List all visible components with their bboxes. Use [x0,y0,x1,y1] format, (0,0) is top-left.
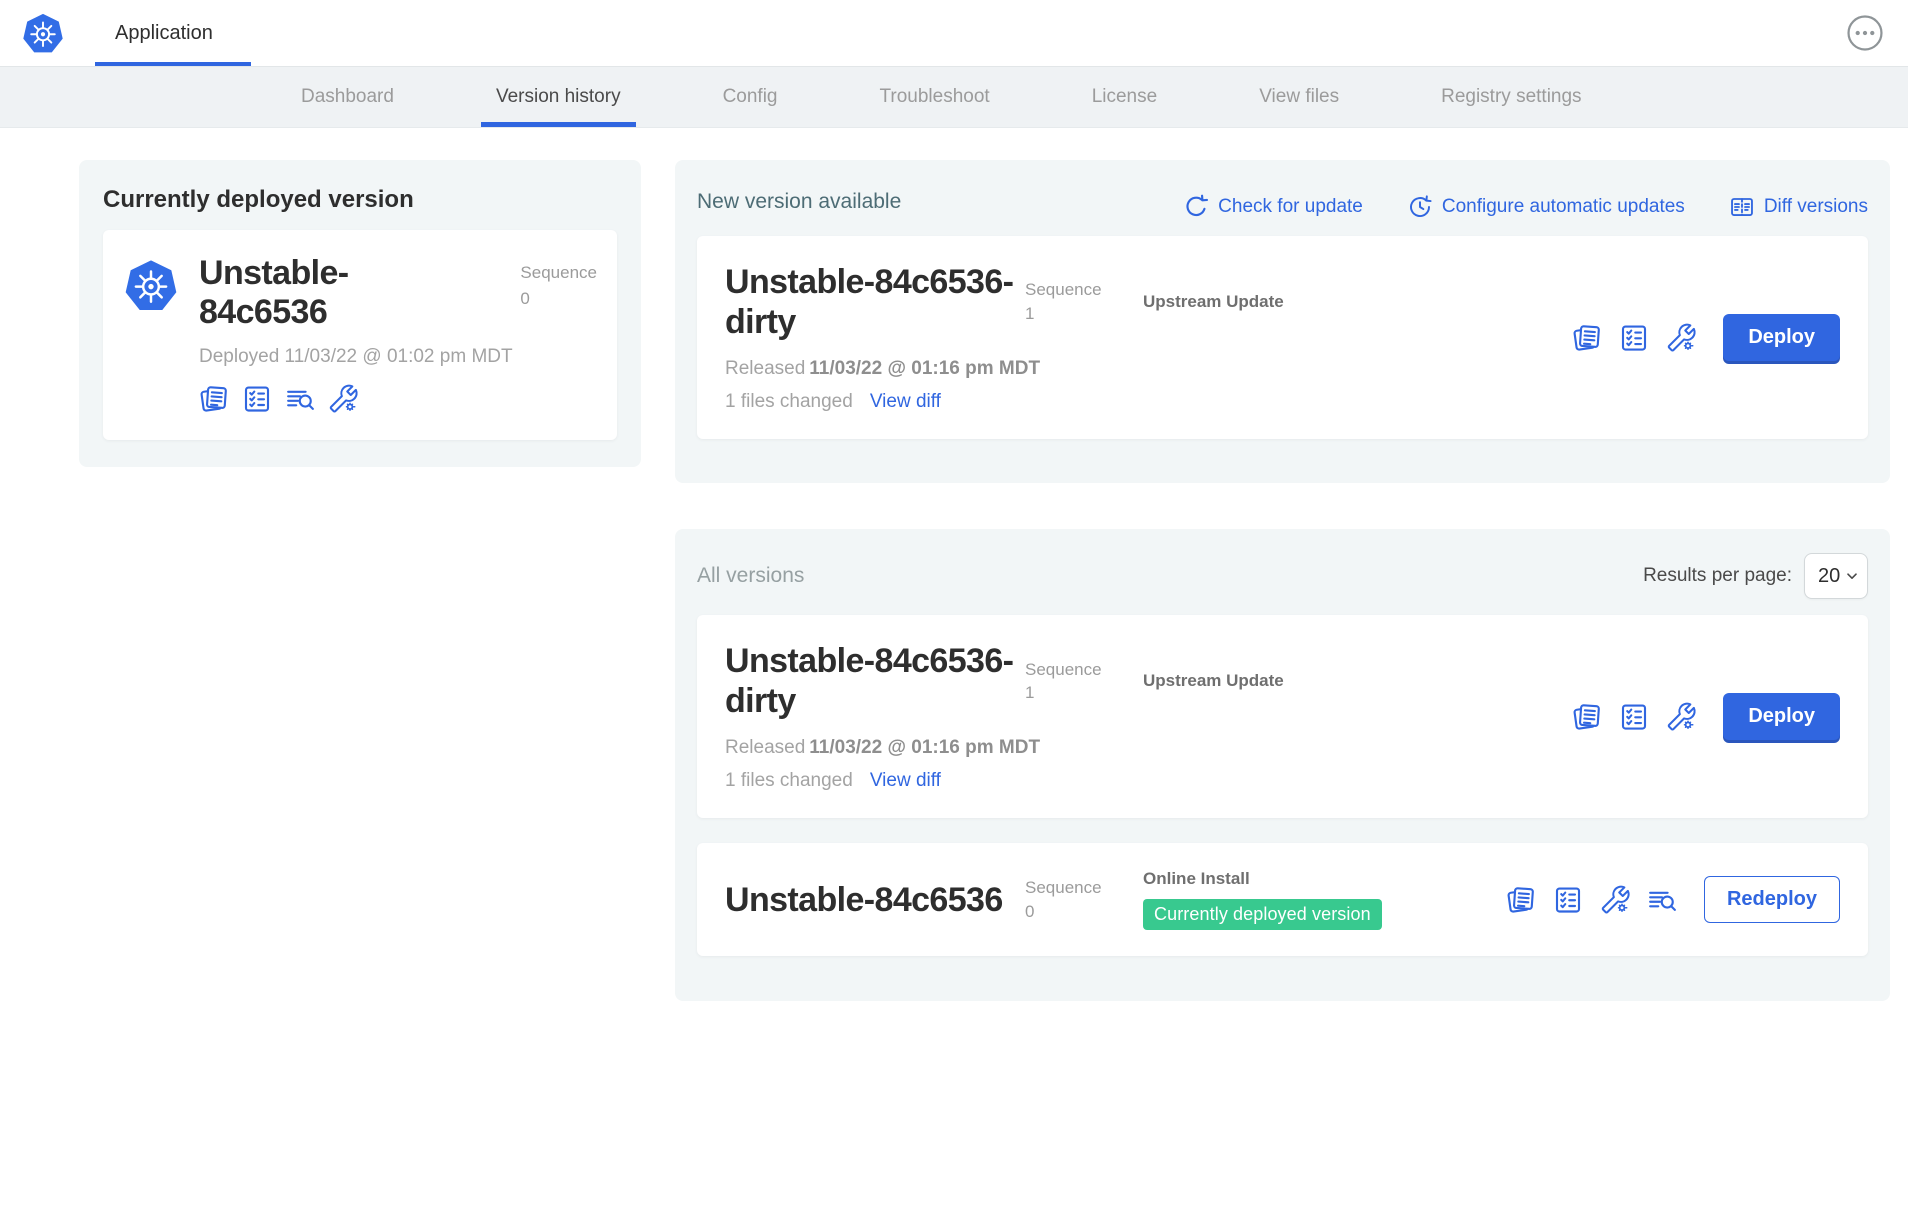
redeploy-button[interactable]: Redeploy [1704,876,1840,923]
edit-config-icon[interactable] [1666,702,1696,732]
all-versions-heading: All versions [697,564,804,588]
app-header: Application [0,0,1908,66]
results-per-page-select-wrap: 20 [1804,553,1868,599]
ellipsis-icon [1846,14,1884,52]
version-title: Unstable-84c6536 [725,880,1025,920]
release-notes-icon[interactable] [1572,323,1602,353]
released-timestamp: Released11/03/22 @ 01:16 pm MDT [725,358,1554,380]
preflight-checks-icon[interactable] [1619,323,1649,353]
configure-automatic-updates-link[interactable]: Configure automatic updates [1407,194,1685,220]
app-menu-button[interactable] [1846,14,1884,52]
view-diff-link[interactable]: View diff [870,391,941,413]
version-title: Unstable-84c6536-dirty [725,262,1025,342]
diff-icon [1729,194,1755,220]
edit-config-icon[interactable] [1600,885,1630,915]
version-row: Unstable-84c6536-dirty Sequence 1 Upstre… [697,615,1868,818]
all-versions-panel: All versions Results per page: 20 Unstab… [675,529,1890,1001]
right-column: New version available Check for update C… [675,160,1890,1001]
deploy-button[interactable]: Deploy [1723,314,1840,361]
sequence-label: Sequence [1025,658,1143,682]
deploy-button[interactable]: Deploy [1723,693,1840,740]
app-tab[interactable]: Application [115,22,213,45]
refresh-icon [1183,194,1209,220]
sequence-value: 0 [520,286,597,312]
edit-config-icon[interactable] [328,384,358,414]
sequence-value: 1 [1025,302,1143,326]
currently-deployed-heading: Currently deployed version [103,186,617,214]
check-for-update-link[interactable]: Check for update [1183,194,1363,220]
version-source: Upstream Update [1143,292,1284,312]
sequence-value: 1 [1025,681,1143,705]
sequence-label: Sequence [1025,876,1143,900]
version-source: Upstream Update [1143,671,1284,691]
app-tab-active-indicator [95,62,251,66]
released-date: 11/03/22 @ 01:16 pm MDT [809,358,1040,379]
kubernetes-app-icon [124,258,178,312]
view-diff-link[interactable]: View diff [870,770,941,792]
tab-license[interactable]: License [1086,67,1164,127]
sequence-block: Sequence 1 [1025,658,1143,706]
sequence-block: Sequence 1 [1025,278,1143,326]
preflight-checks-icon[interactable] [242,384,272,414]
preflight-checks-icon[interactable] [1619,702,1649,732]
view-logs-icon[interactable] [285,384,315,414]
sequence-value: 0 [1025,900,1143,924]
edit-config-icon[interactable] [1666,323,1696,353]
preflight-checks-icon[interactable] [1553,885,1583,915]
release-notes-icon[interactable] [1572,702,1602,732]
check-for-update-label: Check for update [1218,196,1363,218]
diff-versions-label: Diff versions [1764,196,1868,218]
version-title: Unstable-84c6536-dirty [725,641,1025,721]
new-version-heading: New version available [697,190,901,214]
configure-automatic-updates-label: Configure automatic updates [1442,196,1685,218]
tab-view-files[interactable]: View files [1253,67,1345,127]
tab-registry-settings[interactable]: Registry settings [1435,67,1587,127]
tab-config[interactable]: Config [717,67,784,127]
released-label: Released [725,737,805,758]
released-timestamp: Released11/03/22 @ 01:16 pm MDT [725,737,1554,759]
deployed-timestamp: Deployed 11/03/22 @ 01:02 pm MDT [199,346,597,368]
released-date: 11/03/22 @ 01:16 pm MDT [809,737,1040,758]
tab-version-history[interactable]: Version history [490,67,627,127]
results-per-page-label: Results per page: [1643,565,1792,587]
version-row: Unstable-84c6536 Sequence 0 Online Insta… [697,843,1868,956]
version-title: Unstable-84c6536 [199,254,469,332]
sequence-label: Sequence [520,260,597,286]
version-source-block: Online Install Currently deployed versio… [1143,869,1382,930]
sequence-label: Sequence [1025,278,1143,302]
diff-versions-link[interactable]: Diff versions [1729,194,1868,220]
tab-troubleshoot[interactable]: Troubleshoot [874,67,996,127]
sequence-block: Sequence 0 [1025,876,1143,924]
release-notes-icon[interactable] [1506,885,1536,915]
released-label: Released [725,358,805,379]
version-source: Online Install [1143,869,1382,889]
auto-update-icon [1407,194,1433,220]
new-version-panel: New version available Check for update C… [675,160,1890,483]
main-content: Currently deployed version Unstable-84c6… [0,128,1908,1001]
currently-deployed-card: Unstable-84c6536 Sequence 0 Deployed 11/… [103,230,617,440]
results-per-page-select[interactable]: 20 [1804,553,1868,599]
kubernetes-logo-icon [22,12,64,54]
release-notes-icon[interactable] [199,384,229,414]
new-version-card: Unstable-84c6536-dirty Sequence 1 Upstre… [697,236,1868,439]
view-logs-icon[interactable] [1647,885,1677,915]
files-changed-text: 1 files changed [725,770,853,792]
currently-deployed-badge: Currently deployed version [1143,899,1382,930]
sequence-block: Sequence 0 [520,254,597,311]
app-subnav: Dashboard Version history Config Trouble… [0,66,1908,128]
files-changed-text: 1 files changed [725,391,853,413]
tab-dashboard[interactable]: Dashboard [295,67,400,127]
currently-deployed-panel: Currently deployed version Unstable-84c6… [79,160,641,467]
